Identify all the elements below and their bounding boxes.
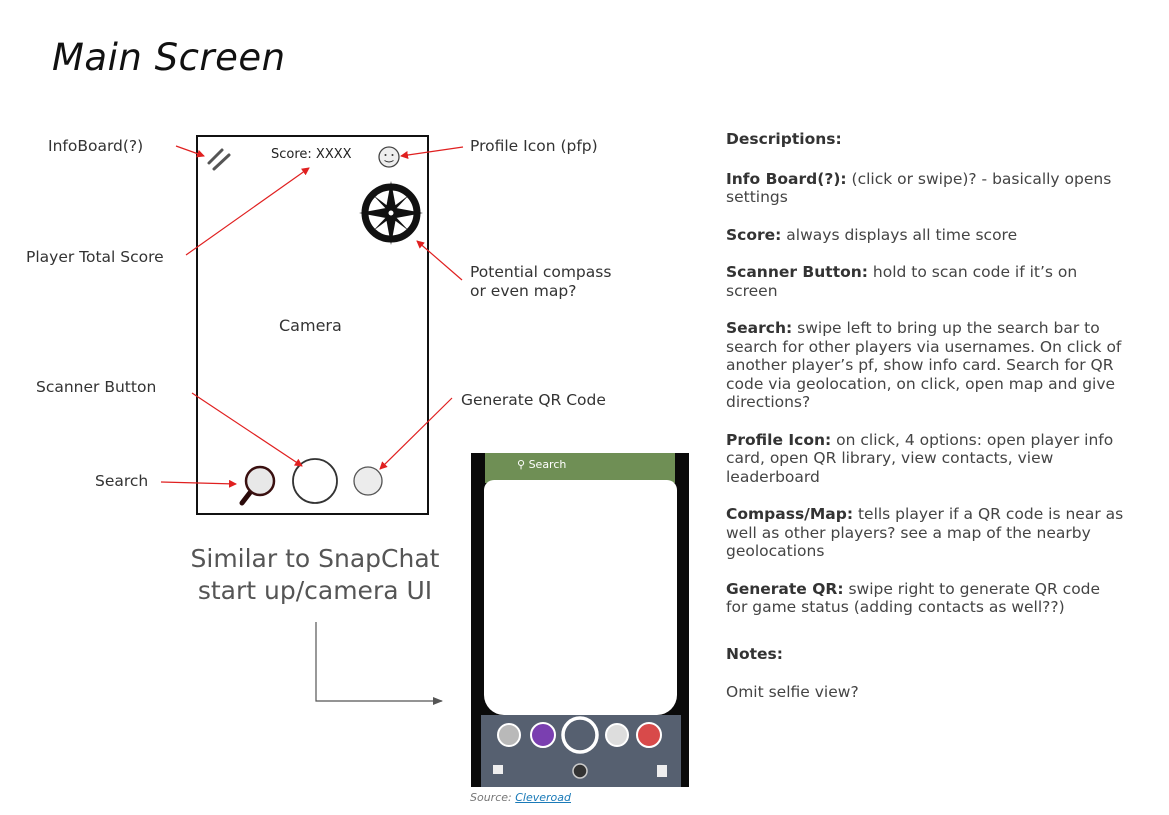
infoboard-icon[interactable] xyxy=(207,148,231,171)
label-profile-icon: Profile Icon (pfp) xyxy=(470,137,598,155)
snapchat-overlay xyxy=(493,716,667,779)
arrow-scanner xyxy=(191,392,303,467)
similar-caption-line1: Similar to SnapChat xyxy=(190,544,440,573)
description-item: Compass/Map: tells player if a QR code i… xyxy=(726,505,1126,561)
snapchat-screenshot: ⚲ Search xyxy=(471,453,689,787)
similar-caption-line2: start up/camera UI xyxy=(197,576,433,605)
description-item: Scanner Button: hold to scan code if it’… xyxy=(726,263,1126,300)
label-scanner-button: Scanner Button xyxy=(36,378,157,396)
description-text: always displays all time score xyxy=(781,225,1018,244)
notes-heading: Notes: xyxy=(726,644,783,663)
arrow-profile xyxy=(400,146,464,159)
snapchat-capture-button xyxy=(561,716,599,754)
label-compass-line2: or even map? xyxy=(470,282,577,300)
snapchat-chat-icon xyxy=(493,765,503,774)
snapchat-lens-4 xyxy=(636,722,662,748)
compass-icon[interactable] xyxy=(359,181,423,245)
snapchat-close-icon xyxy=(572,763,588,779)
arrow-generate-qr xyxy=(379,397,453,470)
label-infoboard: InfoBoard(?) xyxy=(48,137,144,155)
snapchat-stories-icon xyxy=(657,765,667,777)
profile-icon[interactable] xyxy=(378,146,400,168)
source-prefix: Source: xyxy=(470,791,516,804)
search-icon[interactable] xyxy=(239,465,276,506)
descriptions-panel: Descriptions: Info Board(?): (click or s… xyxy=(726,130,1126,702)
description-item: Info Board(?): (click or swipe)? - basic… xyxy=(726,170,1126,207)
description-item: Generate QR: swipe right to generate QR … xyxy=(726,580,1126,617)
generate-qr-button[interactable] xyxy=(353,466,383,496)
label-player-total-score: Player Total Score xyxy=(26,248,164,266)
arrow-to-snapchat xyxy=(315,622,443,705)
description-term: Generate QR: xyxy=(726,579,844,598)
source-caption: Source: Cleveroad xyxy=(470,791,571,804)
scanner-button[interactable] xyxy=(292,458,338,504)
description-term: Scanner Button: xyxy=(726,263,868,281)
description-term: Score: xyxy=(726,225,782,244)
description-item: Profile Icon: on click, 4 options: open … xyxy=(726,431,1126,487)
descriptions-heading: Descriptions: xyxy=(726,130,842,148)
label-compass: Potential compass or even map? xyxy=(470,263,611,301)
description-item: Score: always displays all time score xyxy=(726,226,1126,245)
arrow-infoboard xyxy=(175,145,205,158)
notes-text: Omit selfie view? xyxy=(726,683,859,701)
description-term: Search: xyxy=(726,319,793,337)
arrow-player-score xyxy=(185,167,310,256)
label-generate-qr: Generate QR Code xyxy=(461,391,606,409)
arrow-compass xyxy=(416,240,463,281)
snapchat-lens-2 xyxy=(530,722,556,748)
description-item: Search: swipe left to bring up the searc… xyxy=(726,319,1126,412)
description-term: Info Board(?): xyxy=(726,169,847,188)
snapchat-lens-1 xyxy=(497,723,521,747)
source-link[interactable]: Cleveroad xyxy=(515,791,571,804)
similar-caption: Similar to SnapChat start up/camera UI xyxy=(180,543,450,607)
label-search: Search xyxy=(95,472,149,490)
arrow-search xyxy=(160,479,237,488)
description-term: Compass/Map: xyxy=(726,505,854,523)
label-compass-line1: Potential compass xyxy=(470,263,612,281)
description-term: Profile Icon: xyxy=(726,430,832,449)
snapchat-lens-3 xyxy=(605,723,629,747)
